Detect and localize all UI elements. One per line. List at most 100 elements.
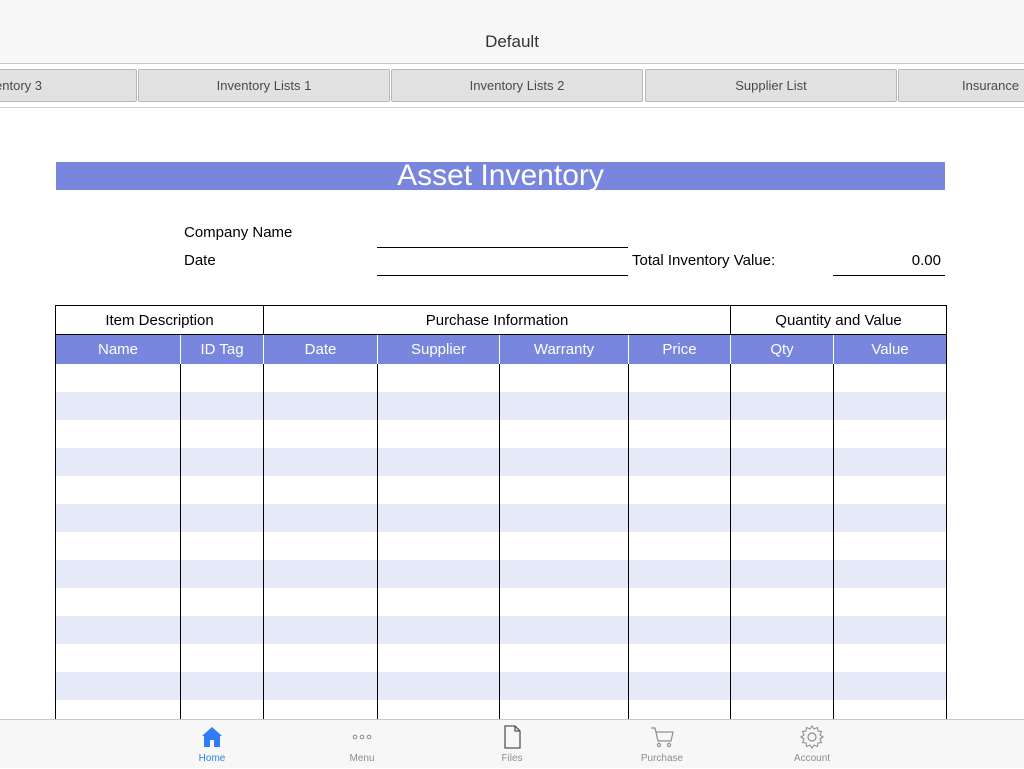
column-header-qty[interactable]: Qty — [730, 334, 835, 364]
tab-home[interactable]: Home — [162, 720, 262, 769]
table-cell[interactable] — [263, 391, 378, 420]
table-cell[interactable] — [627, 419, 732, 448]
table-cell[interactable] — [180, 643, 264, 672]
table-cell[interactable] — [377, 615, 500, 644]
table-cell[interactable] — [730, 671, 835, 700]
table-cell[interactable] — [55, 447, 181, 476]
table-cell[interactable] — [55, 699, 181, 719]
table-cell[interactable] — [627, 699, 732, 719]
table-cell[interactable] — [833, 531, 948, 560]
sheet-tab-insurance[interactable]: Insurance — [898, 69, 1024, 102]
date-field[interactable] — [377, 275, 628, 276]
column-header-price[interactable]: Price — [627, 334, 732, 364]
table-cell[interactable] — [627, 363, 732, 392]
table-cell[interactable] — [833, 391, 948, 420]
table-cell[interactable] — [377, 363, 500, 392]
group-header-quantity-and-value[interactable]: Quantity and Value — [730, 305, 948, 335]
table-cell[interactable] — [730, 475, 835, 504]
table-cell[interactable] — [833, 587, 948, 616]
table-cell[interactable] — [499, 363, 629, 392]
table-cell[interactable] — [180, 475, 264, 504]
table-cell[interactable] — [263, 447, 378, 476]
table-cell[interactable] — [263, 363, 378, 392]
tab-files[interactable]: Files — [462, 720, 562, 769]
table-cell[interactable] — [377, 671, 500, 700]
column-header-value[interactable]: Value — [833, 334, 948, 364]
table-cell[interactable] — [627, 531, 732, 560]
table-cell[interactable] — [833, 419, 948, 448]
table-cell[interactable] — [263, 559, 378, 588]
group-header-item-description[interactable]: Item Description — [55, 305, 264, 335]
table-cell[interactable] — [55, 503, 181, 532]
table-cell[interactable] — [55, 587, 181, 616]
table-cell[interactable] — [833, 699, 948, 719]
column-header-id-tag[interactable]: ID Tag — [180, 334, 264, 364]
table-cell[interactable] — [55, 615, 181, 644]
table-cell[interactable] — [730, 615, 835, 644]
table-cell[interactable] — [263, 643, 378, 672]
table-cell[interactable] — [377, 503, 500, 532]
sheet-tab-inventory-lists-2[interactable]: Inventory Lists 2 — [391, 69, 643, 102]
column-header-date[interactable]: Date — [263, 334, 378, 364]
table-cell[interactable] — [180, 587, 264, 616]
table-cell[interactable] — [180, 503, 264, 532]
spreadsheet-area[interactable]: Asset Inventory Company Name Date Total … — [0, 108, 1024, 719]
table-cell[interactable] — [377, 699, 500, 719]
table-cell[interactable] — [55, 643, 181, 672]
table-cell[interactable] — [55, 475, 181, 504]
table-cell[interactable] — [180, 363, 264, 392]
table-cell[interactable] — [499, 447, 629, 476]
column-header-name[interactable]: Name — [55, 334, 181, 364]
table-cell[interactable] — [627, 559, 732, 588]
table-cell[interactable] — [627, 447, 732, 476]
table-cell[interactable] — [833, 671, 948, 700]
table-cell[interactable] — [730, 643, 835, 672]
table-cell[interactable] — [730, 531, 835, 560]
group-header-purchase-information[interactable]: Purchase Information — [262, 305, 732, 335]
table-cell[interactable] — [730, 419, 835, 448]
table-cell[interactable] — [833, 475, 948, 504]
table-cell[interactable] — [499, 475, 629, 504]
table-cell[interactable] — [377, 447, 500, 476]
table-cell[interactable] — [180, 447, 264, 476]
table-cell[interactable] — [730, 587, 835, 616]
table-cell[interactable] — [55, 531, 181, 560]
table-cell[interactable] — [833, 447, 948, 476]
tab-account[interactable]: Account — [762, 720, 862, 769]
table-cell[interactable] — [499, 419, 629, 448]
table-cell[interactable] — [730, 363, 835, 392]
column-header-supplier[interactable]: Supplier — [377, 334, 500, 364]
table-cell[interactable] — [730, 391, 835, 420]
company-name-field[interactable] — [377, 247, 628, 248]
table-cell[interactable] — [263, 615, 378, 644]
table-cell[interactable] — [377, 531, 500, 560]
table-cell[interactable] — [833, 615, 948, 644]
table-cell[interactable] — [377, 559, 500, 588]
table-cell[interactable] — [180, 531, 264, 560]
table-cell[interactable] — [55, 671, 181, 700]
table-cell[interactable] — [180, 671, 264, 700]
table-cell[interactable] — [263, 671, 378, 700]
table-cell[interactable] — [627, 671, 732, 700]
table-cell[interactable] — [627, 643, 732, 672]
table-cell[interactable] — [499, 615, 629, 644]
table-cell[interactable] — [55, 559, 181, 588]
table-cell[interactable] — [377, 391, 500, 420]
table-cell[interactable] — [499, 671, 629, 700]
table-cell[interactable] — [263, 699, 378, 719]
total-inventory-value[interactable]: 0.00 — [833, 252, 941, 269]
table-cell[interactable] — [377, 475, 500, 504]
tab-menu[interactable]: Menu — [312, 720, 412, 769]
table-cell[interactable] — [55, 419, 181, 448]
table-cell[interactable] — [627, 587, 732, 616]
table-cell[interactable] — [499, 503, 629, 532]
table-cell[interactable] — [730, 503, 835, 532]
table-cell[interactable] — [833, 363, 948, 392]
sheet-tab-strip[interactable]: Inventory 3 Inventory Lists 1 Inventory … — [0, 64, 1024, 108]
table-cell[interactable] — [627, 503, 732, 532]
table-cell[interactable] — [263, 503, 378, 532]
table-cell[interactable] — [730, 559, 835, 588]
table-cell[interactable] — [499, 587, 629, 616]
table-cell[interactable] — [730, 699, 835, 719]
table-cell[interactable] — [730, 447, 835, 476]
